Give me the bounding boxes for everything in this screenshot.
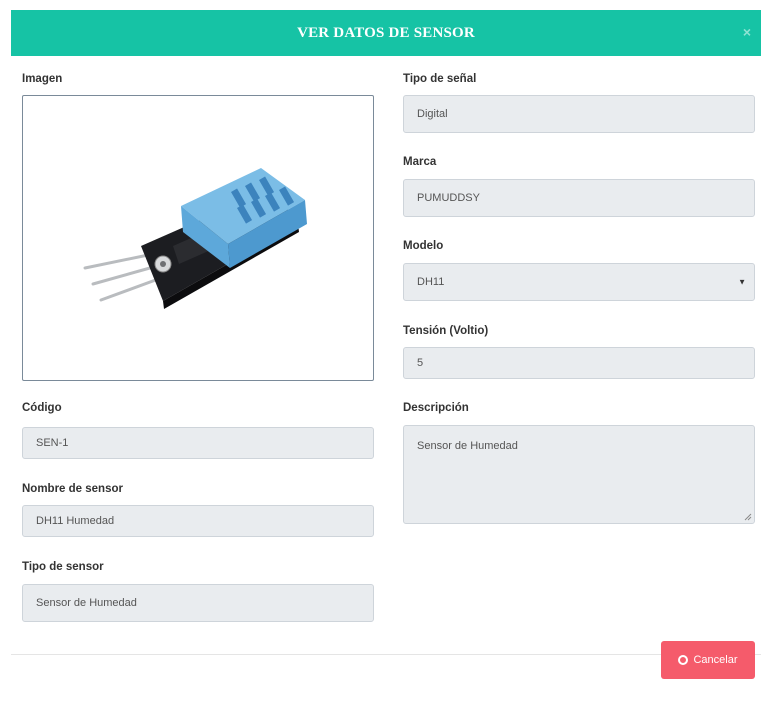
imagen-label: Imagen xyxy=(22,73,63,85)
descripcion-value: Sensor de Humedad xyxy=(417,440,518,452)
nombre-sensor-value: DH11 Humedad xyxy=(36,515,115,527)
codigo-value: SEN-1 xyxy=(36,437,69,449)
nombre-sensor-label: Nombre de sensor xyxy=(22,483,123,495)
modal-header: VER DATOS DE SENSOR × xyxy=(11,10,761,56)
tension-field[interactable]: 5 xyxy=(403,347,755,379)
sensor-image-illustration xyxy=(83,168,307,309)
codigo-label: Código xyxy=(22,402,62,414)
cancel-button-label: Cancelar xyxy=(693,654,738,666)
tipo-sensor-field[interactable]: Sensor de Humedad xyxy=(22,584,374,622)
caret-down-icon: ▼ xyxy=(738,277,746,287)
tipo-sensor-label: Tipo de sensor xyxy=(22,561,104,573)
tipo-senal-label: Tipo de señal xyxy=(403,73,477,85)
marca-label: Marca xyxy=(403,156,437,168)
resize-grip-icon[interactable] xyxy=(744,513,752,521)
marca-field[interactable]: PUMUDDSY xyxy=(403,179,755,217)
tipo-senal-field[interactable]: Digital xyxy=(403,95,755,133)
sensor-image xyxy=(22,95,374,381)
modelo-label: Modelo xyxy=(403,240,444,252)
tipo-senal-value: Digital xyxy=(417,108,448,120)
cancel-button[interactable]: Cancelar xyxy=(661,641,755,679)
circle-icon xyxy=(678,655,689,665)
marca-value: PUMUDDSY xyxy=(417,192,480,204)
tension-label: Tensión (Voltio) xyxy=(403,325,489,337)
descripcion-label: Descripción xyxy=(403,402,469,414)
codigo-field[interactable]: SEN-1 xyxy=(22,427,374,459)
modelo-select[interactable]: DH11 ▼ xyxy=(403,263,755,301)
nombre-sensor-field[interactable]: DH11 Humedad xyxy=(22,505,374,537)
modal-title: VER DATOS DE SENSOR xyxy=(297,24,475,41)
tension-value: 5 xyxy=(417,357,424,369)
close-icon[interactable]: × xyxy=(743,24,751,40)
modelo-value: DH11 xyxy=(417,276,445,288)
footer-divider xyxy=(11,654,761,655)
descripcion-textarea[interactable]: Sensor de Humedad xyxy=(403,425,755,524)
tipo-sensor-value: Sensor de Humedad xyxy=(36,597,137,609)
